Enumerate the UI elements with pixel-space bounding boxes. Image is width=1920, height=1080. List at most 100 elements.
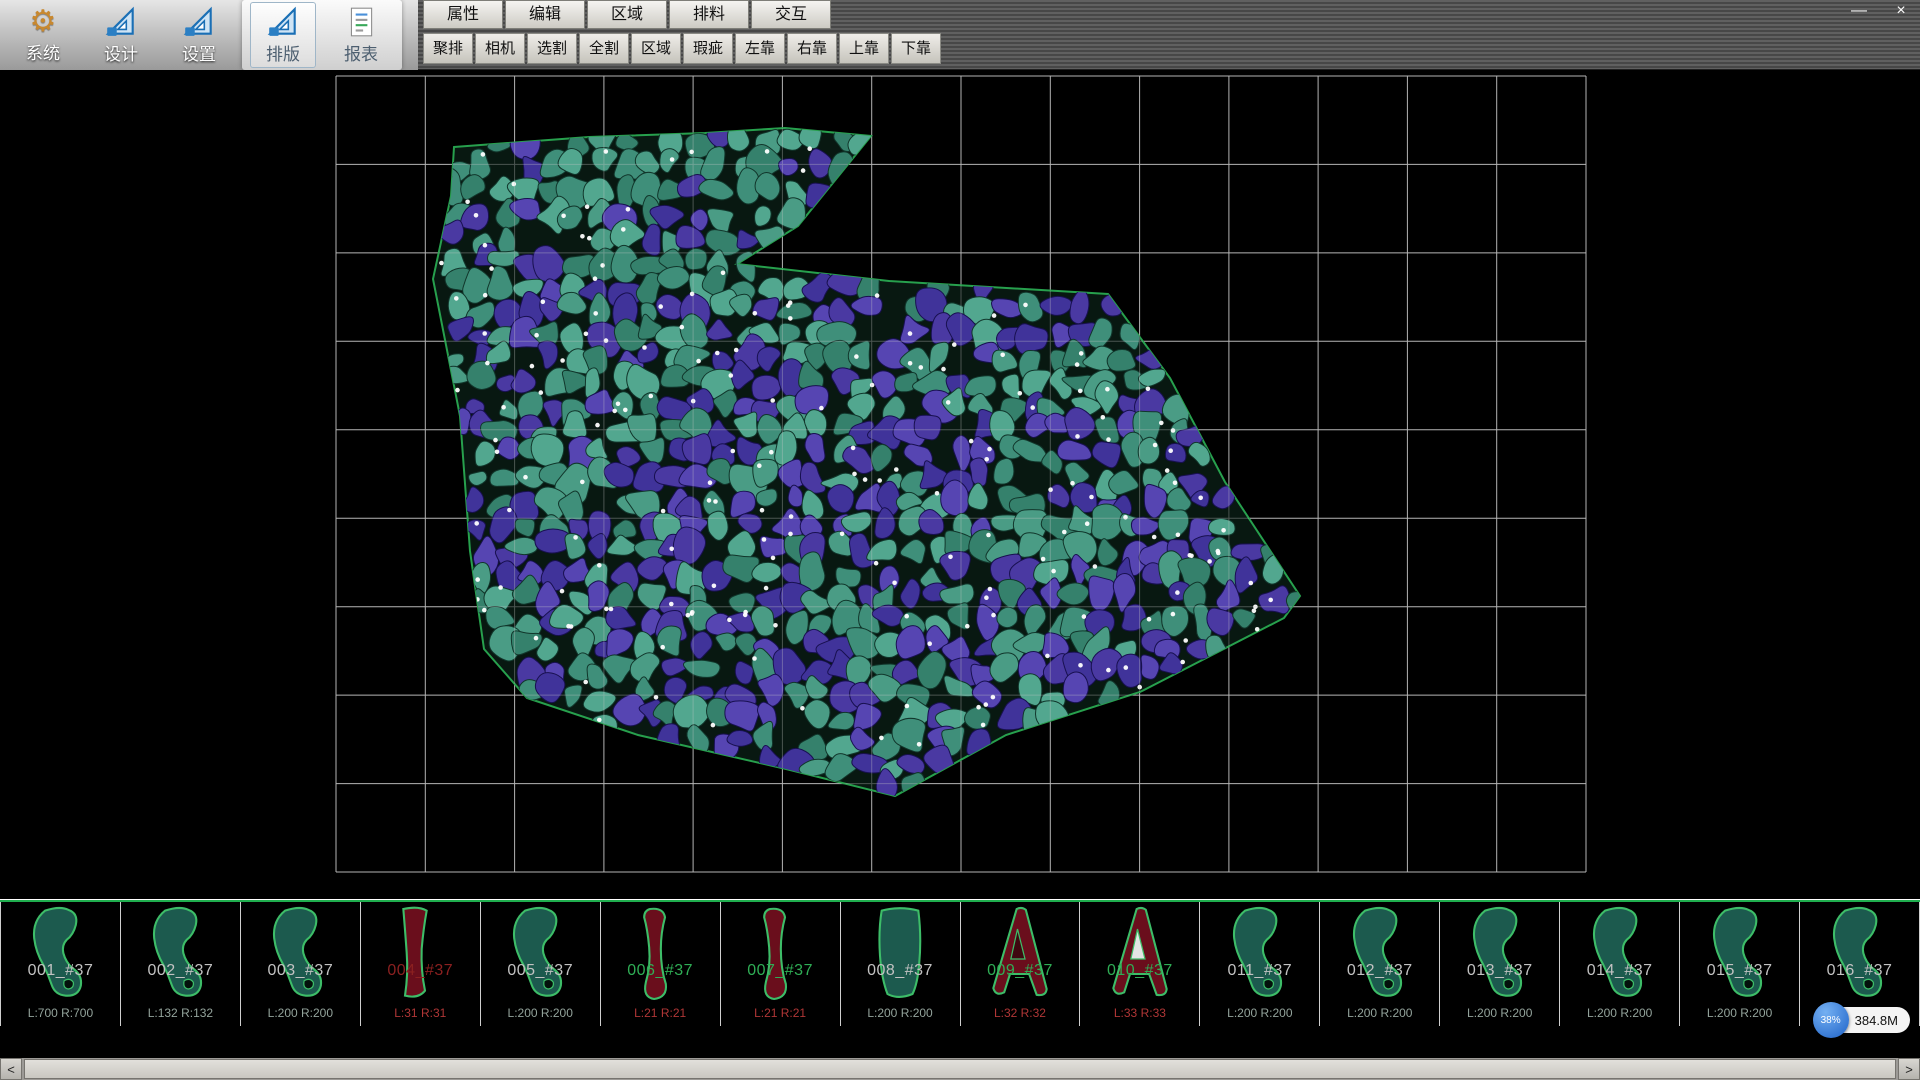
part-cell[interactable]: 010_#37 L:33 R:33 bbox=[1080, 902, 1200, 1026]
part-name: 007_#37 bbox=[721, 962, 840, 980]
tool-align-bottom[interactable]: 下靠 bbox=[891, 33, 941, 64]
part-shape-icon bbox=[858, 904, 942, 1004]
part-lr-label: L:21 R:21 bbox=[721, 1006, 840, 1020]
menu-tab-region[interactable]: 区域 bbox=[587, 0, 667, 29]
close-button[interactable]: × bbox=[1888, 0, 1914, 22]
part-cell[interactable]: 004_#37 L:31 R:31 bbox=[361, 902, 481, 1026]
part-shape-icon bbox=[1338, 904, 1422, 1004]
part-cell[interactable]: 014_#37 L:200 R:200 bbox=[1560, 902, 1680, 1026]
part-name: 013_#37 bbox=[1440, 962, 1559, 980]
design-icon bbox=[104, 5, 138, 39]
app-button-label: 排版 bbox=[266, 40, 300, 65]
app-settings-button[interactable]: 设置 bbox=[166, 2, 232, 68]
part-cell[interactable]: 007_#37 L:21 R:21 bbox=[721, 902, 841, 1026]
part-shape-icon bbox=[618, 904, 702, 1004]
part-lr-label: L:200 R:200 bbox=[1680, 1006, 1799, 1020]
part-shape-icon bbox=[978, 904, 1062, 1004]
tool-select-cut[interactable]: 选割 bbox=[527, 33, 577, 64]
part-shape-icon bbox=[1218, 904, 1302, 1004]
part-lr-label: L:200 R:200 bbox=[1440, 1006, 1559, 1020]
report-icon bbox=[344, 5, 378, 39]
part-name: 011_#37 bbox=[1200, 962, 1319, 980]
part-lr-label: L:200 R:200 bbox=[841, 1006, 960, 1020]
part-lr-label: L:32 R:32 bbox=[961, 1006, 1080, 1020]
part-cell[interactable]: 003_#37 L:200 R:200 bbox=[241, 902, 361, 1026]
menu-tab-edit[interactable]: 编辑 bbox=[505, 0, 585, 29]
part-name: 004_#37 bbox=[361, 962, 480, 980]
part-shape-icon bbox=[738, 904, 822, 1004]
menu-tab-interaction[interactable]: 交互 bbox=[751, 0, 831, 29]
part-cell[interactable]: 013_#37 L:200 R:200 bbox=[1440, 902, 1560, 1026]
part-name: 014_#37 bbox=[1560, 962, 1679, 980]
part-name: 003_#37 bbox=[241, 962, 360, 980]
menu-tab-properties[interactable]: 属性 bbox=[423, 0, 503, 29]
part-cell[interactable]: 008_#37 L:200 R:200 bbox=[841, 902, 961, 1026]
scroll-thumb[interactable] bbox=[24, 1059, 1896, 1079]
tool-align-top[interactable]: 上靠 bbox=[839, 33, 889, 64]
part-shape-icon bbox=[138, 904, 222, 1004]
tool-button-bar: 聚排 相机 选割 全割 区域 瑕疵 左靠 右靠 上靠 下靠 bbox=[423, 33, 941, 64]
memory-status: 38% 384.8M bbox=[1813, 1002, 1910, 1038]
tool-camera[interactable]: 相机 bbox=[475, 33, 525, 64]
part-name: 015_#37 bbox=[1680, 962, 1799, 980]
part-name: 002_#37 bbox=[121, 962, 240, 980]
part-lr-label: L:21 R:21 bbox=[601, 1006, 720, 1020]
gear-icon: ⚙ bbox=[30, 6, 57, 38]
tool-align-right[interactable]: 右靠 bbox=[787, 33, 837, 64]
tool-region[interactable]: 区域 bbox=[631, 33, 681, 64]
canvas-area[interactable] bbox=[0, 70, 1920, 900]
part-cell[interactable]: 001_#37 L:700 R:700 bbox=[1, 902, 121, 1026]
app-button-label: 报表 bbox=[344, 40, 378, 65]
tool-defect[interactable]: 瑕疵 bbox=[683, 33, 733, 64]
app-nesting-button[interactable]: 排版 bbox=[250, 2, 316, 68]
progress-badge: 38% bbox=[1813, 1002, 1849, 1038]
app-window: ⚙ 系统 设计 设置 bbox=[0, 0, 1920, 1080]
tool-cut-all[interactable]: 全割 bbox=[579, 33, 629, 64]
app-report-button[interactable]: 报表 bbox=[328, 2, 394, 68]
app-design-button[interactable]: 设计 bbox=[88, 2, 154, 68]
part-shape-icon bbox=[1818, 904, 1902, 1004]
scroll-right-button[interactable]: > bbox=[1898, 1058, 1920, 1080]
part-cell[interactable]: 005_#37 L:200 R:200 bbox=[481, 902, 601, 1026]
part-shape-icon bbox=[258, 904, 342, 1004]
parts-strip: 001_#37 L:700 R:700 002_#37 L:132 R:132 … bbox=[0, 900, 1920, 1058]
part-name: 012_#37 bbox=[1320, 962, 1439, 980]
tool-cluster-nest[interactable]: 聚排 bbox=[423, 33, 473, 64]
parts-row: 001_#37 L:700 R:700 002_#37 L:132 R:132 … bbox=[0, 902, 1920, 1026]
part-name: 001_#37 bbox=[1, 962, 120, 980]
part-lr-label: L:200 R:200 bbox=[1200, 1006, 1319, 1020]
menu-tab-bar: 属性 编辑 区域 排料 交互 bbox=[423, 0, 831, 29]
part-lr-label: L:700 R:700 bbox=[1, 1006, 120, 1020]
minimize-button[interactable]: — bbox=[1846, 0, 1872, 22]
nesting-canvas[interactable] bbox=[0, 70, 1920, 900]
part-lr-label: L:200 R:200 bbox=[1560, 1006, 1679, 1020]
part-name: 016_#37 bbox=[1800, 962, 1919, 980]
nesting-icon bbox=[266, 5, 300, 39]
part-name: 006_#37 bbox=[601, 962, 720, 980]
app-button-label: 设计 bbox=[104, 40, 138, 65]
part-name: 010_#37 bbox=[1080, 962, 1199, 980]
mode-group-panel: 排版 报表 bbox=[242, 0, 402, 70]
part-name: 008_#37 bbox=[841, 962, 960, 980]
part-lr-label: L:200 R:200 bbox=[481, 1006, 600, 1020]
tool-align-left[interactable]: 左靠 bbox=[735, 33, 785, 64]
scroll-left-button[interactable]: < bbox=[0, 1058, 22, 1080]
app-button-bar: ⚙ 系统 设计 设置 bbox=[0, 0, 418, 70]
part-cell[interactable]: 002_#37 L:132 R:132 bbox=[121, 902, 241, 1026]
ribbon: ⚙ 系统 设计 设置 bbox=[0, 0, 1920, 70]
app-system-button[interactable]: ⚙ 系统 bbox=[10, 2, 76, 68]
part-cell[interactable]: 009_#37 L:32 R:32 bbox=[961, 902, 1081, 1026]
part-cell[interactable]: 012_#37 L:200 R:200 bbox=[1320, 902, 1440, 1026]
part-lr-label: L:200 R:200 bbox=[1320, 1006, 1439, 1020]
part-cell[interactable]: 006_#37 L:21 R:21 bbox=[601, 902, 721, 1026]
settings-icon bbox=[182, 5, 216, 39]
menu-tab-nesting[interactable]: 排料 bbox=[669, 0, 749, 29]
horizontal-scrollbar[interactable]: < > bbox=[0, 1058, 1920, 1080]
part-cell[interactable]: 011_#37 L:200 R:200 bbox=[1200, 902, 1320, 1026]
app-button-label: 设置 bbox=[182, 40, 216, 65]
part-shape-icon bbox=[1578, 904, 1662, 1004]
part-lr-label: L:132 R:132 bbox=[121, 1006, 240, 1020]
part-cell[interactable]: 015_#37 L:200 R:200 bbox=[1680, 902, 1800, 1026]
part-shape-icon bbox=[18, 904, 102, 1004]
part-shape-icon bbox=[498, 904, 582, 1004]
